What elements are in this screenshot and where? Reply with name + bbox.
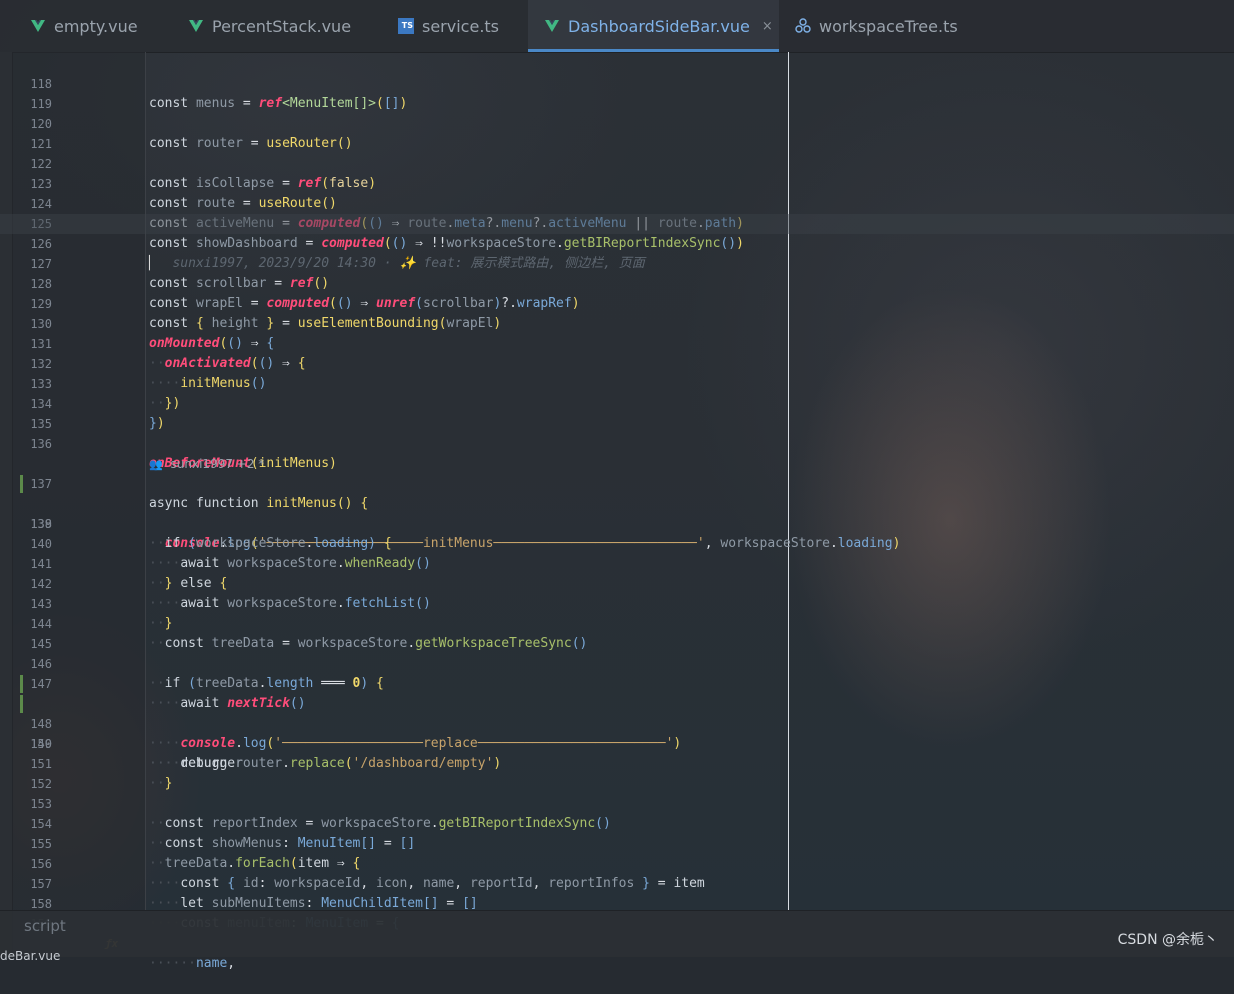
- tab-label: PercentStack.vue: [212, 16, 352, 36]
- code-line: 129 const { height } = useElementBoundin…: [0, 274, 1234, 331]
- vue-icon: [189, 20, 203, 32]
- code-line: 153 ··const reportIndex = workspaceStore…: [0, 774, 1234, 831]
- code-line: 124 const activeMenu = computed(() ⇒ rou…: [0, 174, 1234, 231]
- vcs-change-marker[interactable]: [20, 695, 23, 713]
- code-line: 156 ····const { id: workspaceId, icon, n…: [0, 834, 1234, 891]
- tree-module-icon: [795, 18, 811, 33]
- code-line: 151 ··}: [0, 734, 1234, 791]
- code-line: 136 onBeforeMount(initMenus): [0, 414, 1234, 471]
- code-editor[interactable]: 118 const menus = ref<MenuItem[]>([]) 11…: [0, 52, 1234, 971]
- code-line: 149 ····debugger: [0, 694, 1234, 771]
- code-line: 133 ··}): [0, 354, 1234, 411]
- code-line: 121: [0, 114, 1234, 151]
- tab-service-ts[interactable]: TS service.ts: [398, 0, 499, 52]
- typescript-icon: TS: [398, 18, 414, 34]
- code-line: 147 ····await nextTick(): [0, 654, 1234, 711]
- code-line: 128 const wrapEl = computed(() ⇒ unref(s…: [0, 254, 1234, 311]
- code-line: 140 ····await workspaceStore.whenReady(): [0, 514, 1234, 571]
- code-line: 119: [0, 74, 1234, 111]
- code-line: 130 onMounted(() ⇒ {: [0, 294, 1234, 351]
- code-line: 150 ····return router.replace('/dashboar…: [0, 714, 1234, 771]
- breadcrumb[interactable]: script: [24, 917, 66, 935]
- code-line: 134 }): [0, 374, 1234, 431]
- code-line: 146 ··if (treeData.length ═══ 0) {: [0, 634, 1234, 691]
- code-line: 127 const scrollbar = ref(): [0, 234, 1234, 291]
- current-line: 126 ▏ sunxi1997, 2023/9/20 14:30 · ✨ fea…: [0, 214, 1234, 271]
- vcs-change-marker[interactable]: [20, 675, 23, 693]
- tab-label: DashboardSideBar.vue: [568, 16, 750, 36]
- code-line: 122 const isCollapse = ref(false): [0, 134, 1234, 191]
- tab-label: workspaceTree.ts: [819, 16, 958, 36]
- code-line: 141 ··} else {: [0, 534, 1234, 591]
- tab-dashboardsidebar-vue[interactable]: DashboardSideBar.vue ×: [528, 0, 779, 52]
- code-line: 137 async function initMenus() {: [0, 454, 1234, 511]
- code-line: 144 ··const treeData = workspaceStore.ge…: [0, 594, 1234, 651]
- code-line: 135: [0, 394, 1234, 431]
- code-line: 142 ····await workspaceStore.fetchList(): [0, 554, 1234, 611]
- code-line: 145: [0, 614, 1234, 651]
- code-line: 131 ··onActivated(() ⇒ {: [0, 314, 1234, 371]
- code-line: 158 ····const menuItem: MenuItem = {: [0, 874, 1234, 931]
- code-line: 123 const route = useRoute(): [0, 154, 1234, 211]
- status-bar: script CSDN @余栀丶 deBar.vue: [0, 910, 1234, 963]
- code-line: 125 const showDashboard = computed(() ⇒ …: [0, 194, 1234, 251]
- tab-label: empty.vue: [54, 16, 138, 36]
- tab-percentstack-vue[interactable]: PercentStack.vue: [188, 0, 351, 52]
- bottom-tab-fragment[interactable]: deBar.vue: [0, 949, 60, 963]
- code-line: 139 ··if (workspaceStore.loading) {: [0, 494, 1234, 551]
- code-line: 132 ····initMenus(): [0, 334, 1234, 391]
- code-line: 120 const router = useRouter(): [0, 94, 1234, 151]
- code-line: 152: [0, 754, 1234, 791]
- close-icon[interactable]: ×: [762, 19, 773, 34]
- tab-label: service.ts: [422, 16, 500, 36]
- tab-workspacetree-ts[interactable]: workspaceTree.ts: [795, 0, 958, 52]
- code-line: 155 ··treeData.forEach(item ⇒ {: [0, 814, 1234, 871]
- vue-icon: [31, 20, 45, 32]
- code-line: 138 ··console.log('────────────────────i…: [0, 474, 1234, 551]
- code-line: 148 ····console.log('──────────────────r…: [0, 674, 1234, 751]
- watermark: CSDN @余栀丶: [1117, 932, 1218, 948]
- code-line: 157 ····let subMenuItems: MenuChildItem[…: [0, 854, 1234, 911]
- code-vision-authors[interactable]: 👥 sunxi1997 +2 *: [0, 434, 1234, 471]
- vue-icon: [545, 20, 559, 32]
- code-line: 143 ··}: [0, 574, 1234, 631]
- vcs-change-marker[interactable]: [20, 475, 23, 493]
- code-line: 118 const menus = ref<MenuItem[]>([]): [0, 54, 1234, 111]
- editor-tab-bar: empty.vue PercentStack.vue TS service.ts…: [0, 0, 1234, 53]
- tab-empty-vue[interactable]: empty.vue: [30, 0, 138, 52]
- code-line: 154 ··const showMenus: MenuItem[] = []: [0, 794, 1234, 851]
